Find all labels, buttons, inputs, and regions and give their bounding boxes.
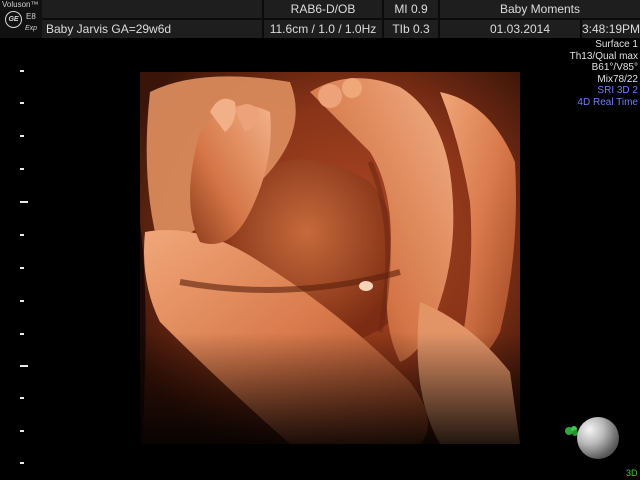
ultrasound-3d-render[interactable] — [140, 72, 520, 444]
param-threshold: Th13/Qual max — [569, 50, 638, 62]
tib-label: TIb 0.3 — [392, 22, 430, 36]
depth-scale — [20, 40, 30, 480]
scale-tick — [20, 397, 24, 399]
scale-tick — [20, 333, 24, 335]
render-params-panel: Surface 1 Th13/Qual max B61°/V85° Mix78/… — [570, 39, 638, 108]
brand-label: Voluson™ — [2, 0, 39, 9]
render-illustration — [140, 72, 520, 444]
ge-logo-icon: GE — [5, 11, 22, 28]
scale-tick — [20, 70, 24, 72]
app-title: Baby Moments — [499, 2, 581, 16]
scale-tick — [20, 135, 24, 137]
param-surface: Surface 1 — [595, 39, 638, 50]
param-sri: SRI 3D 2 — [597, 85, 638, 96]
scale-tick — [20, 102, 24, 104]
patient-label: Baby Jarvis GA=29w6d — [46, 22, 172, 36]
model-sub-label: Exp — [25, 25, 38, 32]
scan-settings-label: 11.6cm / 1.0 / 1.0Hz — [269, 22, 377, 36]
param-mode: 4D Real Time — [577, 96, 638, 108]
scale-tick-major — [20, 201, 28, 203]
scale-tick — [20, 462, 24, 464]
scale-tick — [20, 168, 24, 170]
model-label: E8 — [26, 12, 36, 21]
param-mix: Mix78/22 — [597, 73, 638, 85]
probe-label: RAB6-D/OB — [290, 2, 356, 16]
mode-3d-label: 3D — [626, 468, 638, 478]
logo-area: Voluson™ GE E8 Exp — [0, 0, 42, 38]
scale-tick — [20, 300, 24, 302]
date-label: 01.03.2014 — [489, 22, 551, 36]
scale-tick — [20, 234, 24, 236]
mi-label: MI 0.9 — [394, 2, 428, 16]
scale-tick — [20, 267, 24, 269]
scale-tick-major — [20, 365, 28, 367]
time-label: 3:48:19PM — [582, 22, 640, 36]
scale-tick — [20, 430, 24, 432]
header-bar: Voluson™ GE E8 Exp RAB6-D/OB MI 0.9 Baby… — [0, 0, 640, 38]
probe-orientation-ball-icon[interactable] — [577, 417, 619, 459]
param-angles: B61°/V85° — [591, 62, 638, 73]
